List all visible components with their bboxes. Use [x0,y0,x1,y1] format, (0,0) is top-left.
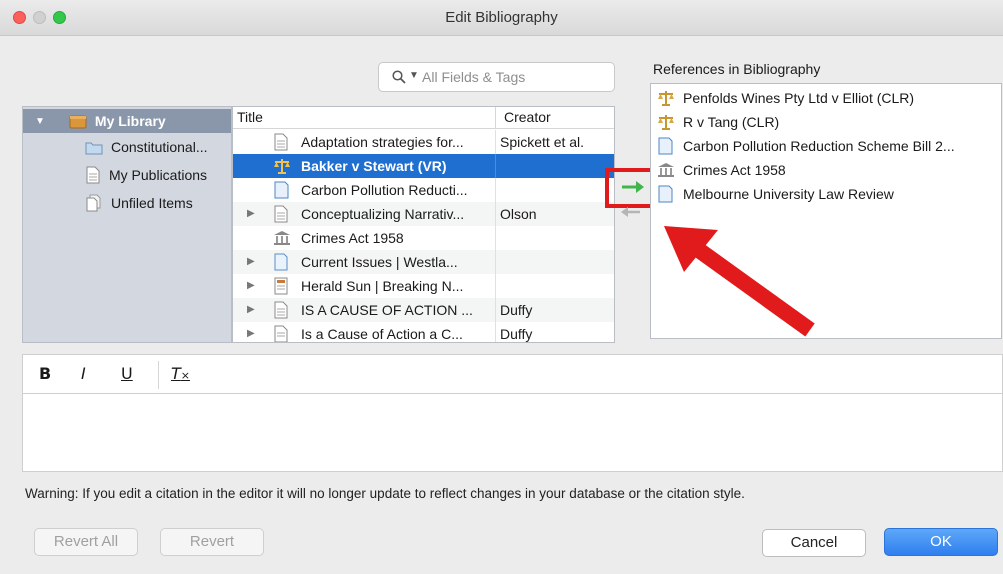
case-scales-icon [274,159,290,174]
reference-item[interactable]: Melbourne University Law Review [651,182,1001,206]
table-row[interactable]: Carbon Pollution Reducti... [233,178,614,202]
row-title: Herald Sun | Breaking N... [301,278,464,294]
table-row[interactable]: ▶ Current Issues | Westla... [233,250,614,274]
row-title: Is a Cause of Action a C... [301,326,463,342]
table-row[interactable]: ▶ Herald Sun | Breaking N... [233,274,614,298]
search-icon [392,70,406,84]
reference-title: Penfolds Wines Pty Ltd v Elliot (CLR) [683,90,915,106]
row-title: Current Issues | Westla... [301,254,458,270]
document-icon [274,301,288,319]
bill-icon [658,137,673,155]
case-scales-icon [658,115,674,130]
row-title: Crimes Act 1958 [301,230,404,246]
cancel-button[interactable]: Cancel [762,529,866,557]
table-row[interactable]: ▶ Is a Cause of Action a C... Duffy [233,322,614,342]
newspaper-icon [274,277,288,295]
library-item-my-library[interactable]: ▼ My Library [23,109,231,133]
items-table-header: Title Creator [233,107,614,129]
row-creator [495,154,614,178]
expand-triangle-icon[interactable]: ▶ [247,280,255,291]
row-creator: Spickett et al. [495,130,614,154]
column-header-title[interactable]: Title [237,109,263,125]
table-row[interactable]: Adaptation strategies for... Spickett et… [233,130,614,154]
document-icon [274,325,288,342]
italic-button[interactable]: I [81,364,86,383]
underline-button[interactable]: U [121,364,133,383]
table-row[interactable]: ▶ Conceptualizing Narrativ... Olson [233,202,614,226]
table-row[interactable]: Crimes Act 1958 [233,226,614,250]
reference-item[interactable]: Carbon Pollution Reduction Scheme Bill 2… [651,134,1001,158]
library-item-my-publications[interactable]: My Publications [85,163,207,187]
case-scales-icon [658,91,674,106]
webpage-icon [274,253,288,271]
row-creator [495,250,614,274]
bill-icon [274,181,289,199]
statute-icon [658,163,674,177]
row-creator: Duffy [495,298,614,322]
table-row[interactable]: ▶ IS A CAUSE OF ACTION ... Duffy [233,298,614,322]
edit-bibliography-window: Edit Bibliography ▼ All Fields & Tags ▼ … [0,0,1003,574]
column-header-creator[interactable]: Creator [495,107,614,129]
items-table: Title Creator Adaptation strategies for.… [232,106,615,343]
expand-triangle-icon[interactable]: ▶ [247,328,255,339]
reference-title: Carbon Pollution Reduction Scheme Bill 2… [683,138,955,154]
row-creator [495,226,614,250]
expand-triangle-icon[interactable]: ▶ [247,208,255,219]
disclosure-triangle-icon[interactable]: ▼ [35,116,45,127]
window-title: Edit Bibliography [445,9,558,26]
search-options-icon[interactable]: ▼ [409,70,419,81]
editor-toolbar: B I U T× [22,354,1003,394]
folder-icon [85,142,103,154]
remove-from-bibliography-arrow-icon[interactable] [620,207,642,217]
statute-icon [274,231,290,245]
row-creator [495,274,614,298]
reference-item[interactable]: Crimes Act 1958 [651,158,1001,182]
library-item-collection[interactable]: Constitutional... [85,135,208,159]
reference-title: R v Tang (CLR) [683,114,780,130]
library-item-label: My Publications [109,167,208,183]
clear-formatting-icon: × [180,369,190,382]
title-bar: Edit Bibliography [0,0,1003,36]
row-title: Carbon Pollution Reducti... [301,182,468,198]
library-item-label: Constitutional... [111,139,208,155]
unfiled-items-icon [86,194,101,212]
warning-text: Warning: If you edit a citation in the e… [25,486,745,501]
clear-formatting-button[interactable]: T× [171,364,190,383]
search-placeholder: All Fields & Tags [422,69,526,85]
ok-button[interactable]: OK [884,528,998,556]
library-item-label: My Library [94,113,166,129]
clear-formatting-label: T [171,364,181,383]
row-creator: Duffy [495,322,614,342]
reference-item[interactable]: Penfolds Wines Pty Ltd v Elliot (CLR) [651,86,1001,110]
expand-triangle-icon[interactable]: ▶ [247,256,255,267]
row-title: Bakker v Stewart (VR) [301,158,447,174]
document-icon [274,205,288,223]
reference-title: Crimes Act 1958 [683,162,786,178]
reference-item[interactable]: R v Tang (CLR) [651,110,1001,134]
expand-triangle-icon[interactable]: ▶ [247,304,255,315]
journal-icon [658,185,673,203]
row-title: IS A CAUSE OF ACTION ... [301,302,473,318]
library-icon [69,115,87,128]
library-pane: ▼ My Library Constitutional... My Public… [22,106,232,343]
search-field[interactable]: ▼ All Fields & Tags [378,62,615,92]
revert-all-button[interactable]: Revert All [34,528,138,556]
library-item-label: Unfiled Items [111,195,193,211]
row-title: Conceptualizing Narrativ... [301,206,465,222]
toolbar-divider [158,361,159,389]
table-row-selected[interactable]: Bakker v Stewart (VR) [233,154,614,178]
reference-title: Melbourne University Law Review [683,186,894,202]
citation-editor[interactable] [22,394,1003,472]
library-item-unfiled[interactable]: Unfiled Items [85,191,193,215]
row-creator: Olson [495,202,614,226]
document-icon [274,133,288,151]
references-label: References in Bibliography [653,61,821,77]
document-icon [86,166,100,184]
revert-button[interactable]: Revert [160,528,264,556]
bold-button[interactable]: B [39,364,51,383]
annotation-arrow-icon [664,226,815,337]
row-title: Adaptation strategies for... [301,134,464,150]
row-creator [495,178,614,202]
